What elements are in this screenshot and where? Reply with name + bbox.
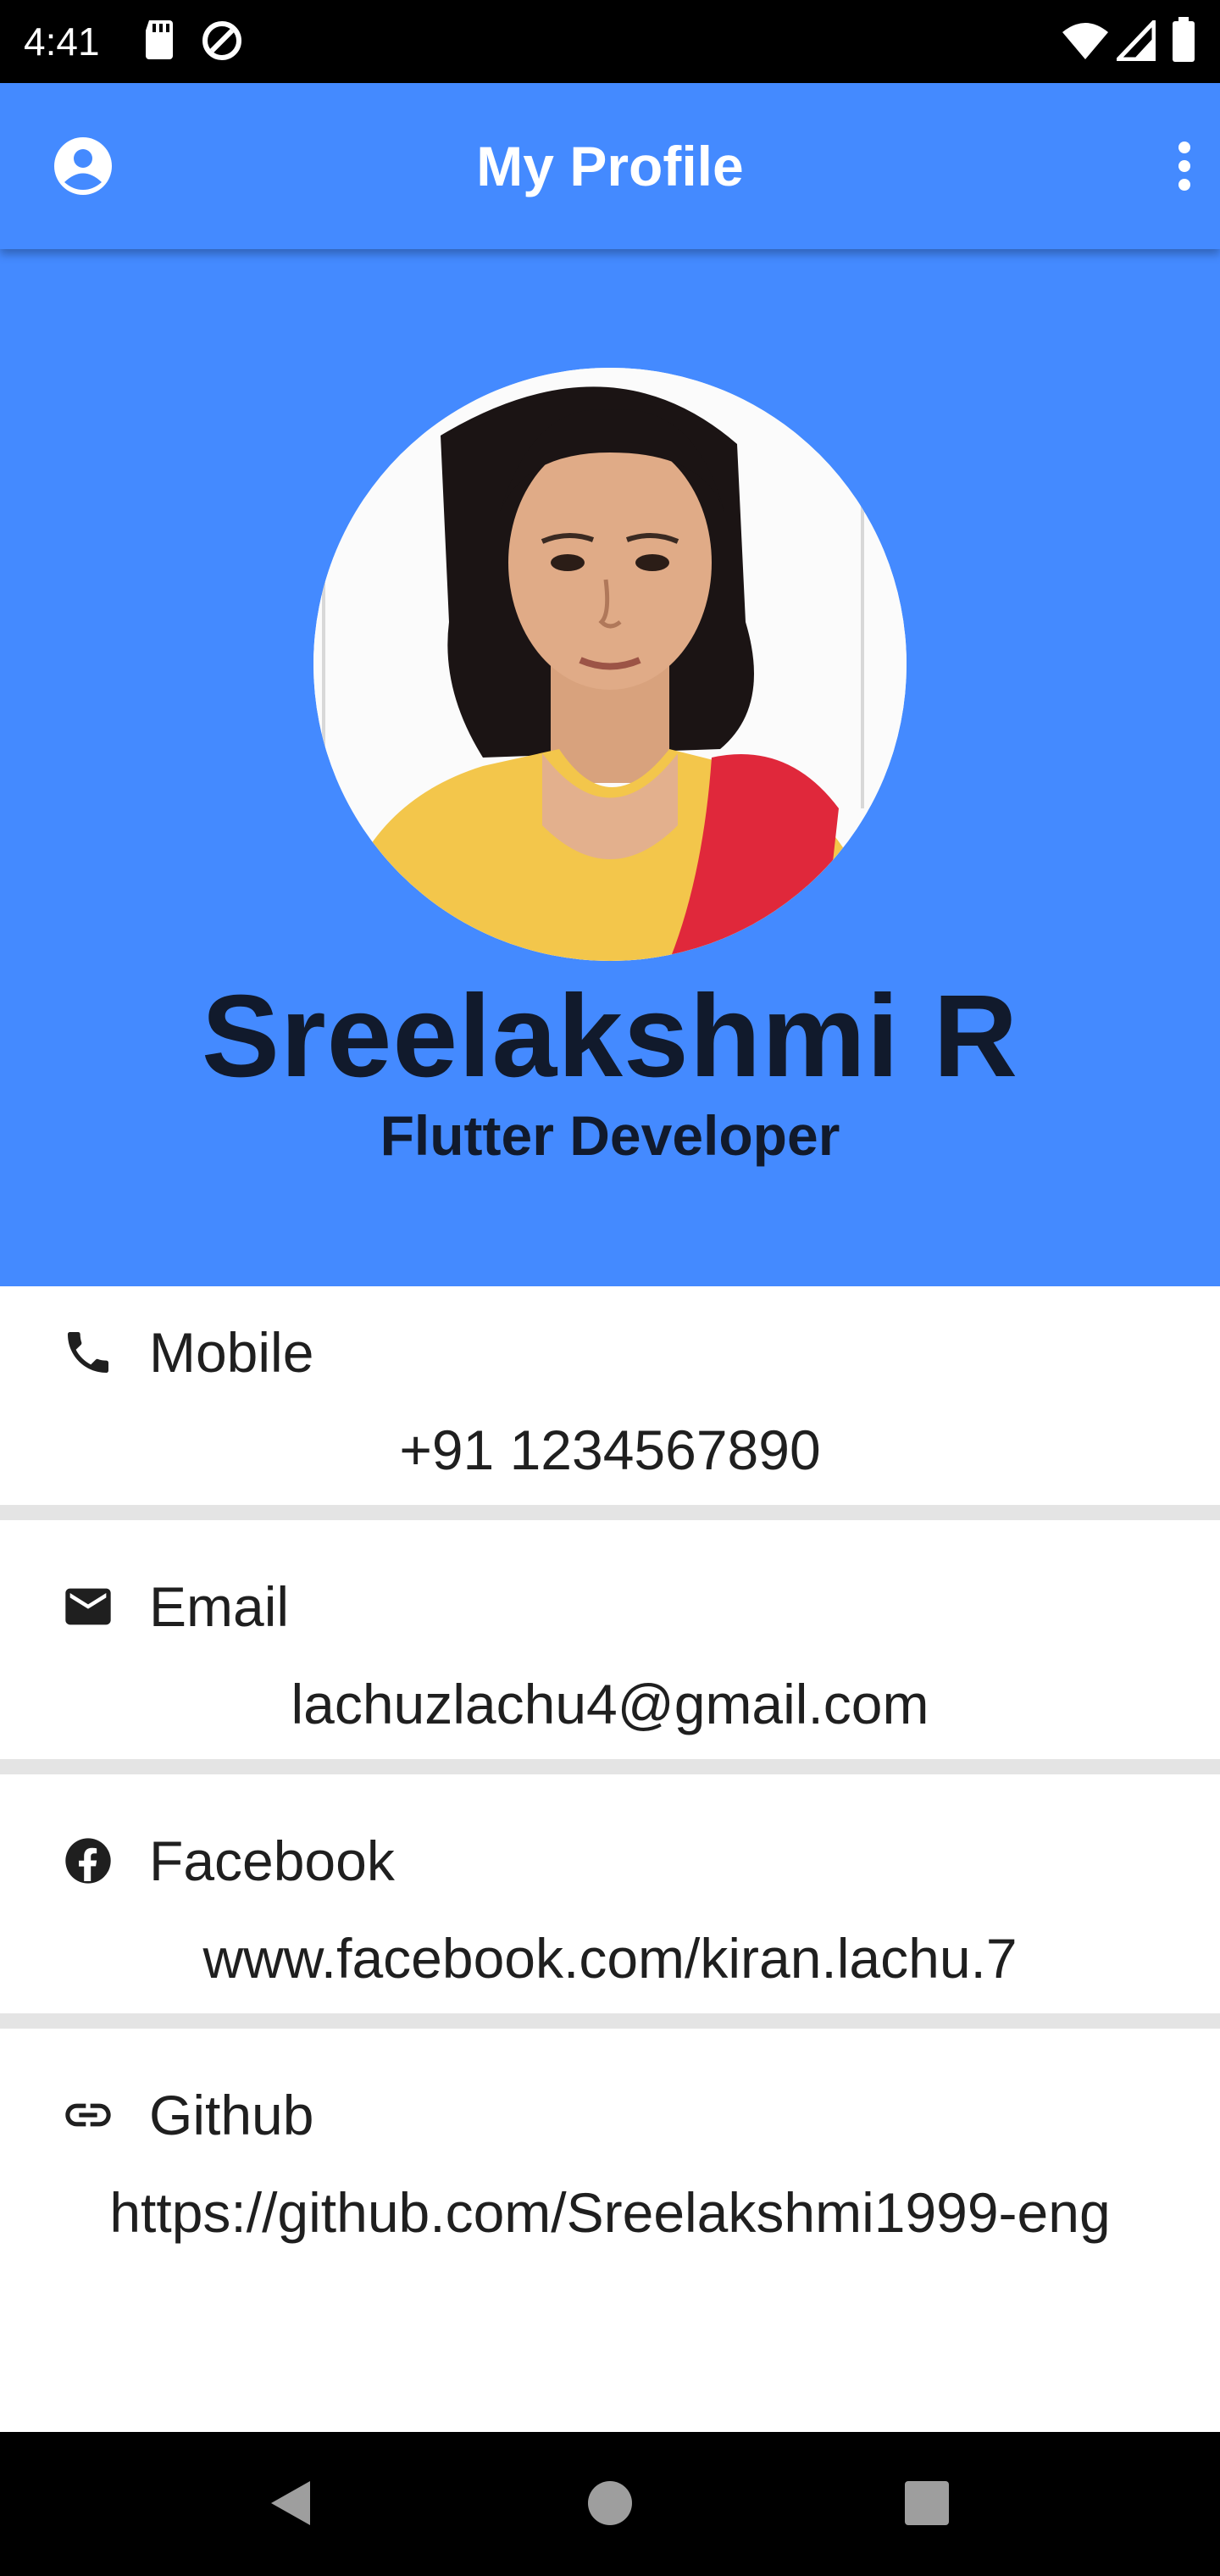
profile-photo	[313, 368, 907, 961]
more-vert-icon	[1176, 141, 1193, 196]
cellular-signal-icon	[1113, 16, 1156, 65]
contact-label: Facebook	[149, 1829, 395, 1892]
profile-role: Flutter Developer	[380, 1104, 840, 1167]
navigation-bar	[0, 2432, 1220, 2576]
page-title: My Profile	[476, 135, 744, 197]
profile-header: Sreelakshmi R Flutter Developer	[0, 249, 1220, 1286]
link-icon	[61, 2088, 115, 2142]
home-icon	[586, 2479, 634, 2531]
battery-icon	[1171, 17, 1196, 67]
contact-value: https://github.com/Sreelakshmi1999-eng	[109, 2181, 1111, 2244]
facebook-icon	[61, 1834, 115, 1888]
status-time: 4:41	[24, 19, 100, 64]
wifi-icon	[1061, 20, 1110, 65]
contact-value: +91 1234567890	[399, 1418, 821, 1481]
contact-value: lachuzlachu4@gmail.com	[291, 1673, 929, 1735]
back-button[interactable]	[254, 2469, 325, 2540]
status-bar: 4:41	[0, 0, 1220, 83]
divider	[0, 1505, 1220, 1520]
contact-card-facebook[interactable]: Facebook www.facebook.com/kiran.lachu.7	[0, 1795, 1220, 2013]
contact-card-email[interactable]: Email lachuzlachu4@gmail.com	[0, 1541, 1220, 1759]
contact-label: Email	[149, 1575, 290, 1638]
home-button[interactable]	[574, 2469, 646, 2540]
divider	[0, 1759, 1220, 1774]
recents-icon	[903, 2479, 951, 2531]
contact-card-github[interactable]: Github https://github.com/Sreelakshmi199…	[0, 2049, 1220, 2268]
app-bar: My Profile	[0, 83, 1220, 249]
divider	[0, 2013, 1220, 2029]
phone-icon	[61, 1325, 115, 1380]
mail-icon	[61, 1579, 115, 1634]
contact-card-mobile[interactable]: Mobile +91 1234567890	[0, 1286, 1220, 1505]
data-saver-icon	[200, 19, 244, 67]
sd-card-icon	[142, 19, 176, 65]
profile-name: Sreelakshmi R	[201, 971, 1019, 1102]
more-options-button[interactable]	[1149, 132, 1220, 203]
avatar	[313, 368, 907, 961]
contact-value: www.facebook.com/kiran.lachu.7	[202, 1927, 1018, 1990]
contact-label: Mobile	[149, 1321, 314, 1384]
back-icon	[266, 2478, 313, 2533]
screen: 4:41 My Profile Sreelakshmi R Flutter De…	[0, 0, 1220, 2576]
contact-label: Github	[149, 2084, 314, 2146]
recents-button[interactable]	[891, 2469, 962, 2540]
